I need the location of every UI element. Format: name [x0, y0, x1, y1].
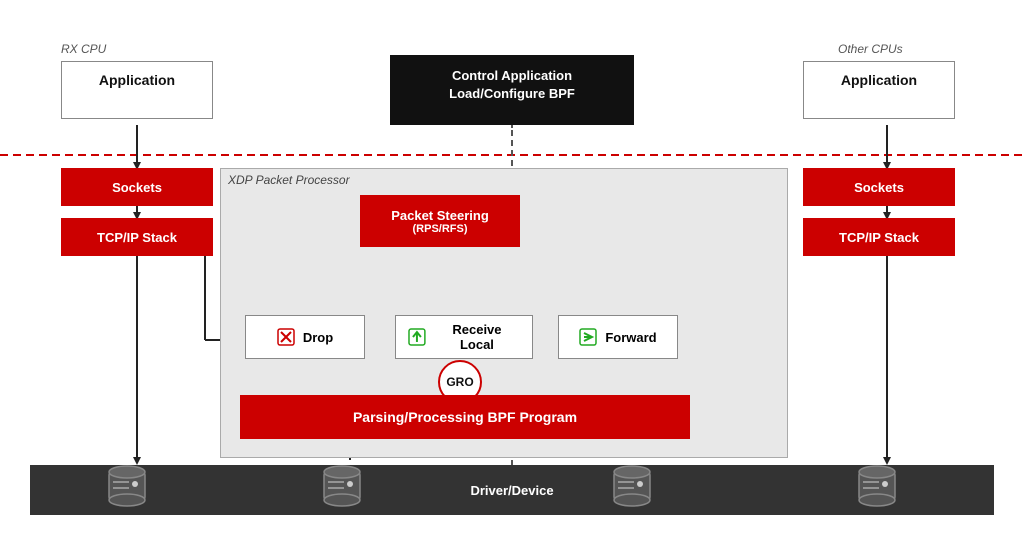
packet-steering-line1: Packet Steering [391, 208, 489, 223]
sockets-left-box: Sockets [61, 168, 213, 206]
forward-box: Forward [558, 315, 678, 359]
receive-local-icon [408, 328, 426, 346]
server-icon-4 [855, 460, 899, 515]
other-cpus-label: Other CPUs [838, 42, 903, 56]
forward-label: Forward [605, 330, 656, 345]
server-icon-3 [610, 460, 654, 515]
receive-local-label: Receive Local [434, 322, 520, 352]
server-icon-1 [105, 460, 149, 515]
tcp-ip-left-box: TCP/IP Stack [61, 218, 213, 256]
packet-steering-line2: (RPS/RFS) [413, 223, 468, 235]
diagram-container: RX CPU Other CPUs Application Applicatio… [0, 0, 1024, 560]
server-icon-2 [320, 460, 364, 515]
application-right-box: Application [803, 61, 955, 119]
sockets-right-box: Sockets [803, 168, 955, 206]
rx-cpu-label: RX CPU [61, 42, 106, 56]
control-app-line1: Control Application [452, 68, 572, 83]
forward-icon [579, 328, 597, 346]
receive-local-box: Receive Local [395, 315, 533, 359]
tcp-ip-right-box: TCP/IP Stack [803, 218, 955, 256]
application-left-box: Application [61, 61, 213, 119]
bpf-program-box: Parsing/Processing BPF Program [240, 395, 690, 439]
packet-steering-box: Packet Steering (RPS/RFS) [360, 195, 520, 247]
driver-bar: Driver/Device [30, 465, 994, 515]
xdp-label: XDP Packet Processor [228, 173, 350, 187]
drop-label: Drop [303, 330, 333, 345]
drop-box: Drop [245, 315, 365, 359]
drop-icon [277, 328, 295, 346]
driver-label: Driver/Device [470, 483, 553, 498]
control-app-box: Control Application Load/Configure BPF [390, 55, 634, 125]
control-app-line2: Load/Configure BPF [449, 86, 575, 101]
